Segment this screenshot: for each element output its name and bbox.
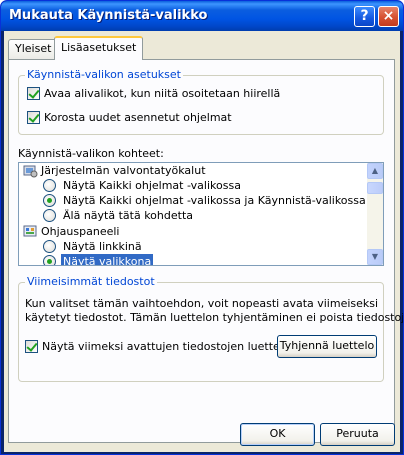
dialog-window: Mukauta Käynnistä-valikko ? × Yleiset Li…: [0, 0, 404, 455]
list-item-label-selected: Näytä valikkona: [61, 254, 154, 265]
recent-documents-description: Kun valitset tämän vaihtoehdon, voit nop…: [25, 297, 379, 310]
help-icon: ?: [360, 8, 369, 24]
scroll-up-button[interactable]: ▲: [367, 163, 383, 179]
list-item-label: Järjestelmän valvontatyökalut: [41, 164, 206, 177]
list-scrollbar[interactable]: ▲ ▼: [367, 163, 383, 265]
list-item-radio[interactable]: Näytä Kaikki ohjelmat -valikossa: [19, 178, 367, 194]
checkbox-label: Korosta uudet asennetut ohjelmat: [44, 111, 232, 124]
checkbox-checked-icon[interactable]: [25, 340, 38, 353]
dialog-body: Yleiset Lisäasetukset Käynnistä-valikon …: [4, 31, 403, 452]
list-item-control-panel: Ohjauspaneeli: [19, 224, 367, 240]
button-label: Tyhjennä luettelo: [279, 339, 375, 352]
list-item-radio[interactable]: Näytä valikkona: [19, 254, 367, 265]
tab-panel-advanced: Käynnistä-valikon asetukset Avaa alivali…: [8, 59, 403, 443]
scroll-thumb[interactable]: [367, 182, 383, 194]
radio-selected-icon[interactable]: [43, 255, 56, 265]
help-button[interactable]: ?: [354, 6, 375, 27]
group-title: Käynnistä-valikon asetukset: [25, 68, 183, 81]
list-item-radio[interactable]: Näytä Kaikki ohjelmat -valikossa ja Käyn…: [19, 193, 367, 209]
chevron-down-icon: ▼: [371, 252, 379, 261]
list-item-label: Näytä Kaikki ohjelmat -valikossa ja Käyn…: [63, 194, 366, 207]
control-panel-icon: [23, 225, 37, 237]
scroll-down-button[interactable]: ▼: [367, 249, 383, 265]
ok-button[interactable]: OK: [240, 423, 315, 446]
list-item-label: Ohjauspaneeli: [41, 225, 120, 238]
radio-selected-icon[interactable]: [43, 194, 56, 207]
clear-list-button[interactable]: Tyhjennä luettelo: [277, 335, 377, 358]
cancel-button[interactable]: Peruuta: [320, 423, 395, 446]
recent-documents-description: käytetyt tiedostot. Tämän luettelon tyhj…: [25, 311, 404, 324]
show-recent-documents-checkbox[interactable]: Näytä viimeksi avattujen tiedostojen lue…: [25, 340, 290, 354]
tab-general[interactable]: Yleiset: [8, 39, 59, 59]
open-submenus-checkbox[interactable]: Avaa alivalikot, kun niitä osoitetaan hi…: [27, 87, 280, 101]
checkbox-checked-icon[interactable]: [27, 111, 40, 124]
start-menu-items-list[interactable]: Järjestelmän valvontatyökalut Näytä Kaik…: [18, 162, 384, 266]
title-bar[interactable]: Mukauta Käynnistä-valikko ? ×: [1, 1, 403, 31]
checkbox-label: Avaa alivalikot, kun niitä osoitetaan hi…: [44, 87, 281, 100]
list-item-radio[interactable]: Älä näytä tätä kohdetta: [19, 208, 367, 224]
recent-documents-group: Viimeisimmät tiedostot Kun valitset tämä…: [18, 275, 403, 382]
checkbox-checked-icon[interactable]: [27, 87, 40, 100]
radio-icon[interactable]: [43, 209, 56, 222]
tab-label: Lisäasetukset: [61, 41, 137, 54]
start-menu-settings-group: Käynnistä-valikon asetukset Avaa alivali…: [18, 68, 384, 135]
list-item-radio[interactable]: Näytä linkkinä: [19, 239, 367, 255]
tab-advanced[interactable]: Lisäasetukset: [54, 36, 144, 60]
close-button[interactable]: ×: [378, 6, 399, 27]
button-label: OK: [269, 427, 286, 440]
start-menu-items-label: Käynnistä-valikon kohteet:: [18, 147, 164, 160]
close-icon: ×: [382, 8, 395, 24]
highlight-new-programs-checkbox[interactable]: Korosta uudet asennetut ohjelmat: [27, 111, 232, 125]
tab-label: Yleiset: [15, 42, 52, 55]
admin-tools-icon: [23, 165, 38, 178]
checkbox-label: Näytä viimeksi avattujen tiedostojen lue…: [42, 340, 290, 353]
chevron-up-icon: ▲: [371, 166, 379, 175]
radio-icon[interactable]: [43, 240, 56, 253]
list-item-label: Näytä Kaikki ohjelmat -valikossa: [63, 179, 241, 192]
radio-icon[interactable]: [43, 179, 56, 192]
window-title: Mukauta Käynnistä-valikko: [9, 8, 208, 23]
list-item-label: Älä näytä tätä kohdetta: [63, 209, 193, 222]
group-title: Viimeisimmät tiedostot: [25, 275, 157, 288]
list-item-label: Näytä linkkinä: [63, 240, 142, 253]
list-item-admin-tools: Järjestelmän valvontatyökalut: [19, 163, 367, 179]
button-label: Peruuta: [336, 427, 379, 440]
